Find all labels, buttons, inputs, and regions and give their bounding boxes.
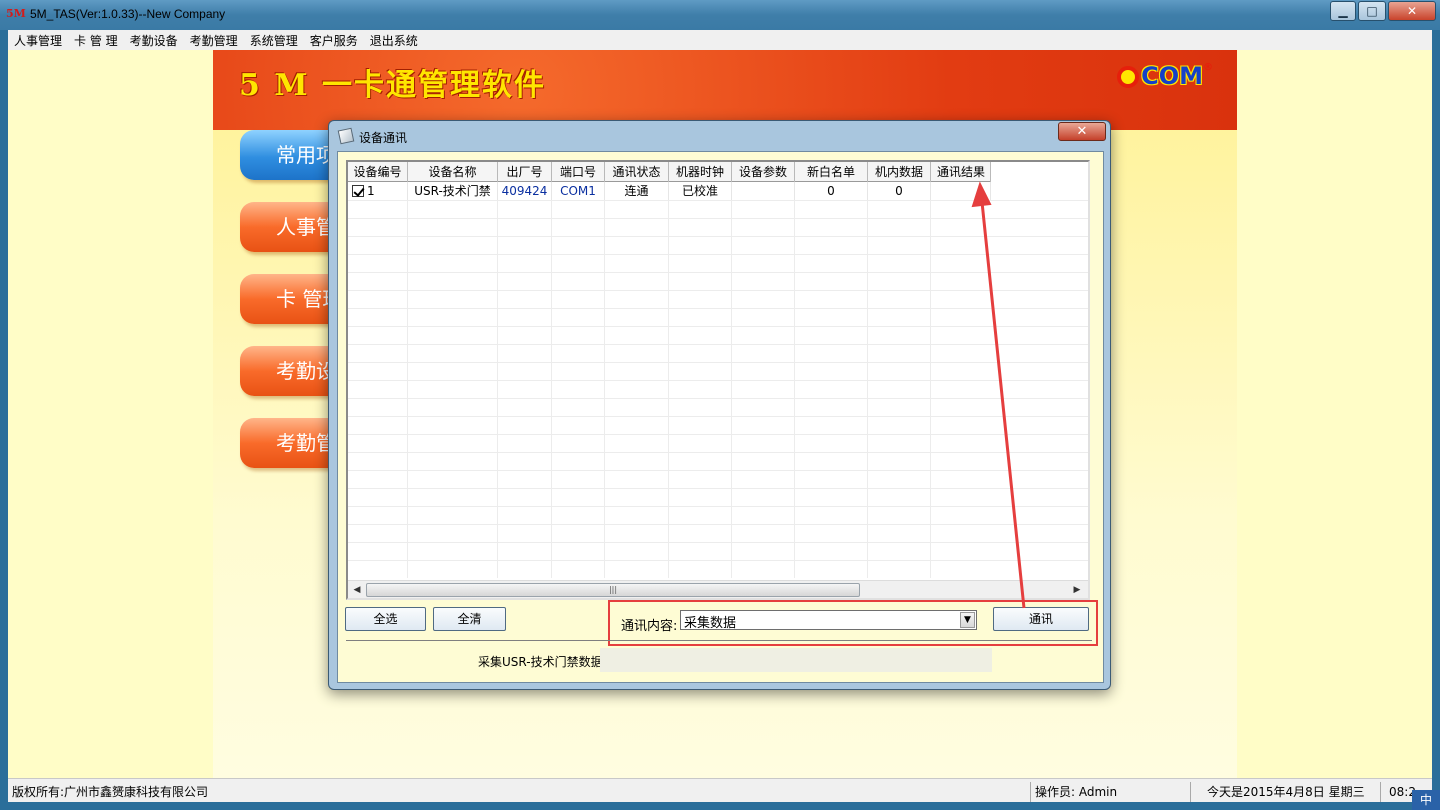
app-logo-icon: 5M xyxy=(6,7,26,20)
scroll-left-icon[interactable]: ◀ xyxy=(350,583,364,597)
minimize-button[interactable]: ▁ xyxy=(1330,1,1356,21)
scroll-thumb[interactable]: ||| xyxy=(366,583,860,597)
table-row[interactable]: 1 USR-技术门禁 409424 COM1 连通 已校准 0 0 xyxy=(348,182,991,200)
menu-item-system[interactable]: 系统管理 xyxy=(244,32,304,49)
communicate-button[interactable]: 通讯 xyxy=(993,607,1089,631)
cell-serial: 409424 xyxy=(498,182,552,200)
device-grid[interactable]: 设备编号 设备名称 出厂号 端口号 通讯状态 机器时钟 设备参数 新白名单 机内… xyxy=(346,160,1090,600)
grid-background xyxy=(348,200,1088,578)
grid-divider xyxy=(604,182,605,578)
menu-item-personnel[interactable]: 人事管理 xyxy=(8,32,68,49)
grid-header: 设备编号 设备名称 出厂号 端口号 通讯状态 机器时钟 设备参数 新白名单 机内… xyxy=(348,162,991,182)
column-header-device-id[interactable]: 设备编号 xyxy=(348,162,408,182)
menu-item-card[interactable]: 卡 管 理 xyxy=(68,32,124,49)
progress-status-text: 采集USR-技术门禁数据 xyxy=(478,655,603,669)
column-header-whitelist[interactable]: 新白名单 xyxy=(795,162,868,182)
column-header-device-data[interactable]: 机内数据 xyxy=(868,162,931,182)
menu-item-customer-service[interactable]: 客户服务 xyxy=(304,32,364,49)
dialog-close-button[interactable]: ✕ xyxy=(1058,122,1106,141)
content-select[interactable]: 采集数据 ▼ xyxy=(680,610,977,631)
brand-ring-icon xyxy=(1117,66,1140,88)
menu-bar: 人事管理 卡 管 理 考勤设备 考勤管理 系统管理 客户服务 退出系统 xyxy=(8,30,1432,50)
cell-port: COM1 xyxy=(552,182,605,200)
menu-item-attendance-device[interactable]: 考勤设备 xyxy=(124,32,184,49)
column-header-clock[interactable]: 机器时钟 xyxy=(669,162,732,182)
progress-bar xyxy=(600,648,992,672)
dialog-body: 设备编号 设备名称 出厂号 端口号 通讯状态 机器时钟 设备参数 新白名单 机内… xyxy=(337,151,1104,683)
dialog-title: 设备通讯 xyxy=(359,131,408,145)
cell-device-data: 0 xyxy=(868,182,931,200)
column-header-device-name[interactable]: 设备名称 xyxy=(408,162,498,182)
device-communication-dialog: 设备通讯 ✕ 设备编号 设备名称 出厂号 端口号 通讯状态 机器时钟 设备参数 … xyxy=(328,120,1111,690)
column-header-port[interactable]: 端口号 xyxy=(552,162,605,182)
select-all-button[interactable]: 全选 xyxy=(345,607,426,631)
column-header-comm-status[interactable]: 通讯状态 xyxy=(605,162,669,182)
window-titlebar: 5M 5M_TAS(Ver:1.0.33)--New Company ▁ □ ✕ xyxy=(0,0,1440,30)
grid-divider xyxy=(551,182,552,578)
status-bar: 版权所有:广州市鑫赟康科技有限公司 操作员: Admin 今天是2015年4月8… xyxy=(8,778,1432,802)
grid-divider xyxy=(407,182,408,578)
divider xyxy=(346,640,1092,641)
cell-whitelist: 0 xyxy=(795,182,868,200)
column-header-comm-result[interactable]: 通讯结果 xyxy=(931,162,991,182)
minimize-icon: ▁ xyxy=(1338,4,1348,18)
cell-comm-status: 连通 xyxy=(605,182,669,200)
app-banner: 5 M 一卡通管理软件 COM® xyxy=(213,50,1237,130)
column-header-params[interactable]: 设备参数 xyxy=(732,162,795,182)
grid-divider xyxy=(497,182,498,578)
brand-logo: COM® xyxy=(1117,62,1213,90)
status-date: 今天是2015年4月8日 星期三 xyxy=(1190,782,1378,802)
cell-device-id[interactable]: 1 xyxy=(348,182,408,200)
cell-device-name: USR-技术门禁 xyxy=(408,182,498,200)
menu-item-attendance[interactable]: 考勤管理 xyxy=(184,32,244,49)
banner-title: 5 M 一卡通管理软件 xyxy=(239,68,546,103)
maximize-button[interactable]: □ xyxy=(1358,1,1386,21)
grid-divider xyxy=(794,182,795,578)
dialog-app-icon xyxy=(337,127,355,145)
scroll-right-icon[interactable]: ▶ xyxy=(1070,583,1084,597)
status-operator: 操作员: Admin xyxy=(1030,782,1188,802)
maximize-icon: □ xyxy=(1366,4,1378,18)
ime-indicator[interactable]: 中 xyxy=(1412,790,1440,810)
close-icon: ✕ xyxy=(1076,124,1088,139)
horizontal-scrollbar[interactable]: ◀ ||| ▶ xyxy=(348,580,1088,598)
status-copyright: 版权所有:广州市鑫赟康科技有限公司 xyxy=(12,785,209,799)
brand-registered-mark: ® xyxy=(1203,62,1213,73)
column-header-serial[interactable]: 出厂号 xyxy=(498,162,552,182)
window-title: 5M_TAS(Ver:1.0.33)--New Company xyxy=(30,7,226,21)
content-select-value: 采集数据 xyxy=(684,616,737,631)
cell-clock: 已校准 xyxy=(669,182,732,200)
menu-item-exit[interactable]: 退出系统 xyxy=(364,32,424,49)
device-id-value: 1 xyxy=(367,184,375,198)
grid-divider xyxy=(731,182,732,578)
grid-divider xyxy=(930,182,931,578)
chevron-down-icon[interactable]: ▼ xyxy=(960,612,975,628)
cell-params xyxy=(732,182,795,200)
close-icon: ✕ xyxy=(1406,4,1418,18)
row-checkbox[interactable] xyxy=(352,185,364,197)
brand-text: COM xyxy=(1141,62,1203,90)
grid-divider xyxy=(867,182,868,578)
close-window-button[interactable]: ✕ xyxy=(1388,1,1436,21)
grid-divider xyxy=(668,182,669,578)
cell-comm-result xyxy=(931,182,991,200)
content-label: 通讯内容: xyxy=(621,619,678,634)
clear-all-button[interactable]: 全清 xyxy=(433,607,506,631)
